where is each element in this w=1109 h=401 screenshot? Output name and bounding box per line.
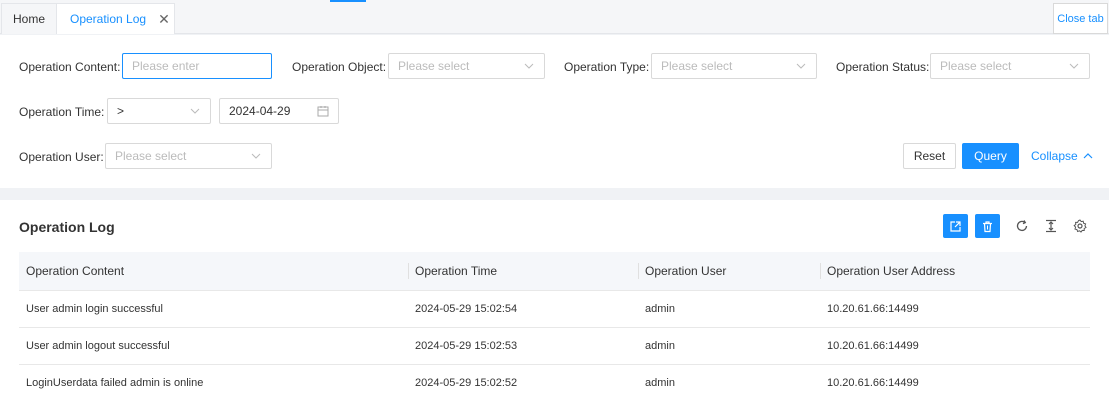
refresh-icon[interactable] (1014, 218, 1030, 234)
operation-user-label: Operation User: (19, 150, 104, 164)
column-header-operation-user-address[interactable]: Operation User Address (820, 252, 1090, 291)
cell-operation-user: admin (638, 364, 820, 401)
export-button[interactable] (943, 214, 968, 238)
table-row[interactable]: User admin logout successful 2024-05-29 … (19, 327, 1090, 365)
cell-operation-time: 2024-05-29 15:02:53 (408, 327, 638, 365)
chevron-down-icon (1069, 63, 1079, 69)
column-header-operation-content[interactable]: Operation Content (19, 252, 408, 291)
cell-operation-time: 2024-05-29 15:02:52 (408, 364, 638, 401)
tab-indicator-line (330, 0, 366, 2)
panel-title: Operation Log (19, 219, 115, 235)
tab-home[interactable]: Home (1, 3, 57, 34)
operation-status-placeholder: Please select (940, 59, 1012, 73)
operation-type-label: Operation Type: (564, 60, 650, 74)
chevron-down-icon (796, 63, 806, 69)
export-icon (950, 220, 961, 232)
chevron-down-icon (524, 63, 534, 69)
cell-operation-time: 2024-05-29 15:02:54 (408, 290, 638, 328)
gear-icon[interactable] (1072, 218, 1088, 234)
operation-time-label: Operation Time: (19, 105, 105, 119)
tab-home-label: Home (12, 12, 45, 26)
operation-time-operator-value: > (117, 104, 125, 118)
cell-operation-user-address: 10.20.61.66:14499 (820, 364, 1090, 401)
cell-operation-content: User admin login successful (19, 290, 408, 328)
cell-operation-user: admin (638, 290, 820, 328)
calendar-icon (317, 106, 329, 117)
cell-operation-content: User admin logout successful (19, 327, 408, 365)
table-row[interactable]: LoginUserdata failed admin is online 202… (19, 364, 1090, 401)
close-tab-button[interactable]: Close tab (1053, 3, 1108, 34)
chevron-up-icon (1083, 153, 1093, 159)
operation-log-table: Operation Content Operation Time Operati… (19, 252, 1090, 401)
operation-type-select[interactable]: Please select (651, 53, 817, 79)
operation-content-placeholder: Please enter (132, 59, 200, 73)
table-row[interactable]: User admin login successful 2024-05-29 1… (19, 290, 1090, 328)
operation-object-placeholder: Please select (398, 59, 470, 73)
operation-content-label: Operation Content: (19, 60, 121, 74)
operation-user-select[interactable]: Please select (105, 143, 272, 169)
collapse-toggle[interactable]: Collapse (1031, 149, 1093, 163)
operation-object-select[interactable]: Please select (388, 53, 545, 79)
close-tab-label: Close tab (1057, 12, 1104, 25)
cell-operation-user-address: 10.20.61.66:14499 (820, 327, 1090, 365)
cell-operation-user: admin (638, 327, 820, 365)
collapse-label: Collapse (1031, 149, 1078, 163)
tab-operation-log-label: Operation Log (70, 12, 147, 26)
close-icon[interactable]: ✕ (158, 12, 170, 26)
operation-type-placeholder: Please select (661, 59, 733, 73)
trash-icon (983, 220, 992, 232)
reset-button[interactable]: Reset (903, 143, 956, 169)
tab-bar: Home Operation Log ✕ Close tab (0, 0, 1109, 34)
tab-operation-log[interactable]: Operation Log ✕ (57, 3, 175, 34)
cell-operation-user-address: 10.20.61.66:14499 (820, 290, 1090, 328)
column-height-icon[interactable] (1043, 218, 1059, 234)
operation-status-label: Operation Status: (836, 60, 930, 74)
reset-button-label: Reset (913, 149, 946, 163)
operation-log-panel: Operation Log Operation Content Operatio… (0, 200, 1109, 401)
delete-button[interactable] (975, 214, 1000, 238)
operation-object-label: Operation Object: (292, 60, 387, 74)
table-header-row: Operation Content Operation Time Operati… (19, 252, 1090, 291)
chevron-down-icon (190, 108, 200, 114)
filter-panel: Operation Content: Please enter Operatio… (0, 35, 1109, 188)
chevron-down-icon (251, 153, 261, 159)
operation-user-placeholder: Please select (115, 149, 187, 163)
operation-time-operator-select[interactable]: > (107, 98, 211, 124)
operation-time-date-value: 2024-04-29 (229, 104, 291, 118)
query-button-label: Query (974, 149, 1007, 163)
column-header-operation-user[interactable]: Operation User (638, 252, 820, 291)
operation-time-date-picker[interactable]: 2024-04-29 (219, 98, 339, 124)
column-header-operation-time[interactable]: Operation Time (408, 252, 638, 291)
operation-content-input[interactable]: Please enter (122, 53, 272, 79)
operation-status-select[interactable]: Please select (930, 53, 1090, 79)
cell-operation-content: LoginUserdata failed admin is online (19, 364, 408, 401)
query-button[interactable]: Query (962, 143, 1019, 169)
